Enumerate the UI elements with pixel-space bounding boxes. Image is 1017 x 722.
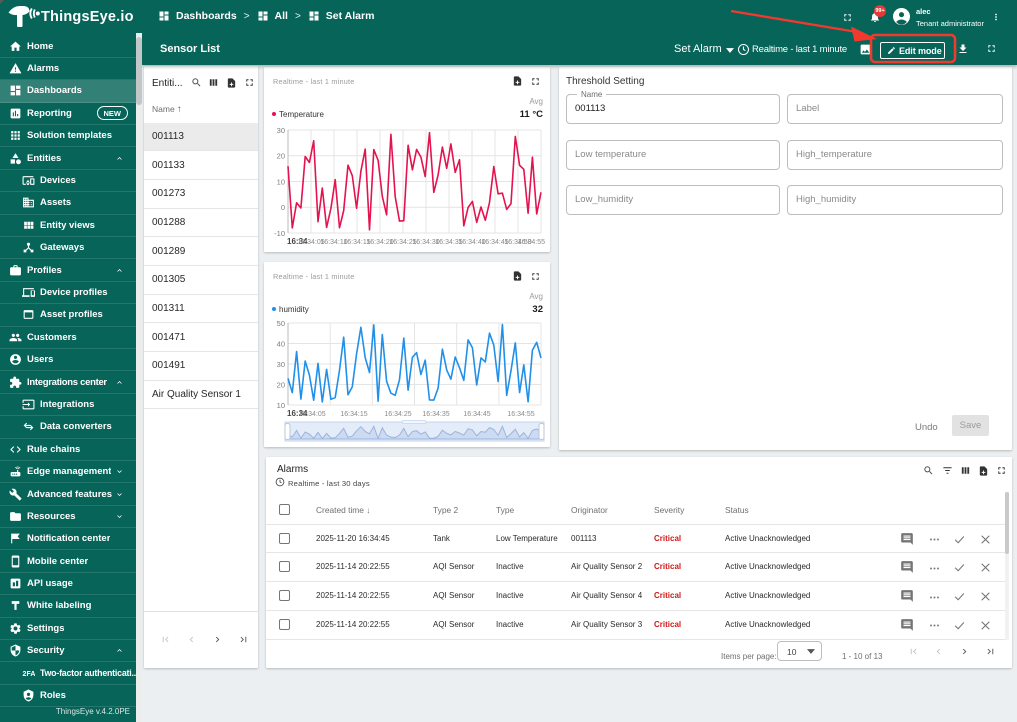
svg-text:16:34:55: 16:34:55: [518, 239, 545, 246]
svg-text:0: 0: [281, 203, 285, 212]
svg-text:16:34:05: 16:34:05: [298, 411, 325, 418]
svg-text:40: 40: [277, 339, 285, 348]
svg-text:20: 20: [277, 152, 285, 161]
svg-text:20: 20: [277, 380, 285, 389]
svg-text:2FA: 2FA: [23, 671, 35, 678]
svg-text:10: 10: [277, 401, 285, 410]
svg-text:50: 50: [277, 319, 285, 328]
svg-text:16:34:35: 16:34:35: [422, 411, 449, 418]
svg-text:16:34:25: 16:34:25: [384, 411, 411, 418]
svg-text:30: 30: [277, 360, 285, 369]
svg-text:16:34:55: 16:34:55: [507, 411, 534, 418]
svg-text:10: 10: [277, 177, 285, 186]
svg-text:-10: -10: [274, 229, 285, 238]
svg-text:16:34:15: 16:34:15: [340, 411, 367, 418]
svg-text:16:34:45: 16:34:45: [463, 411, 490, 418]
svg-text:30: 30: [277, 126, 285, 135]
